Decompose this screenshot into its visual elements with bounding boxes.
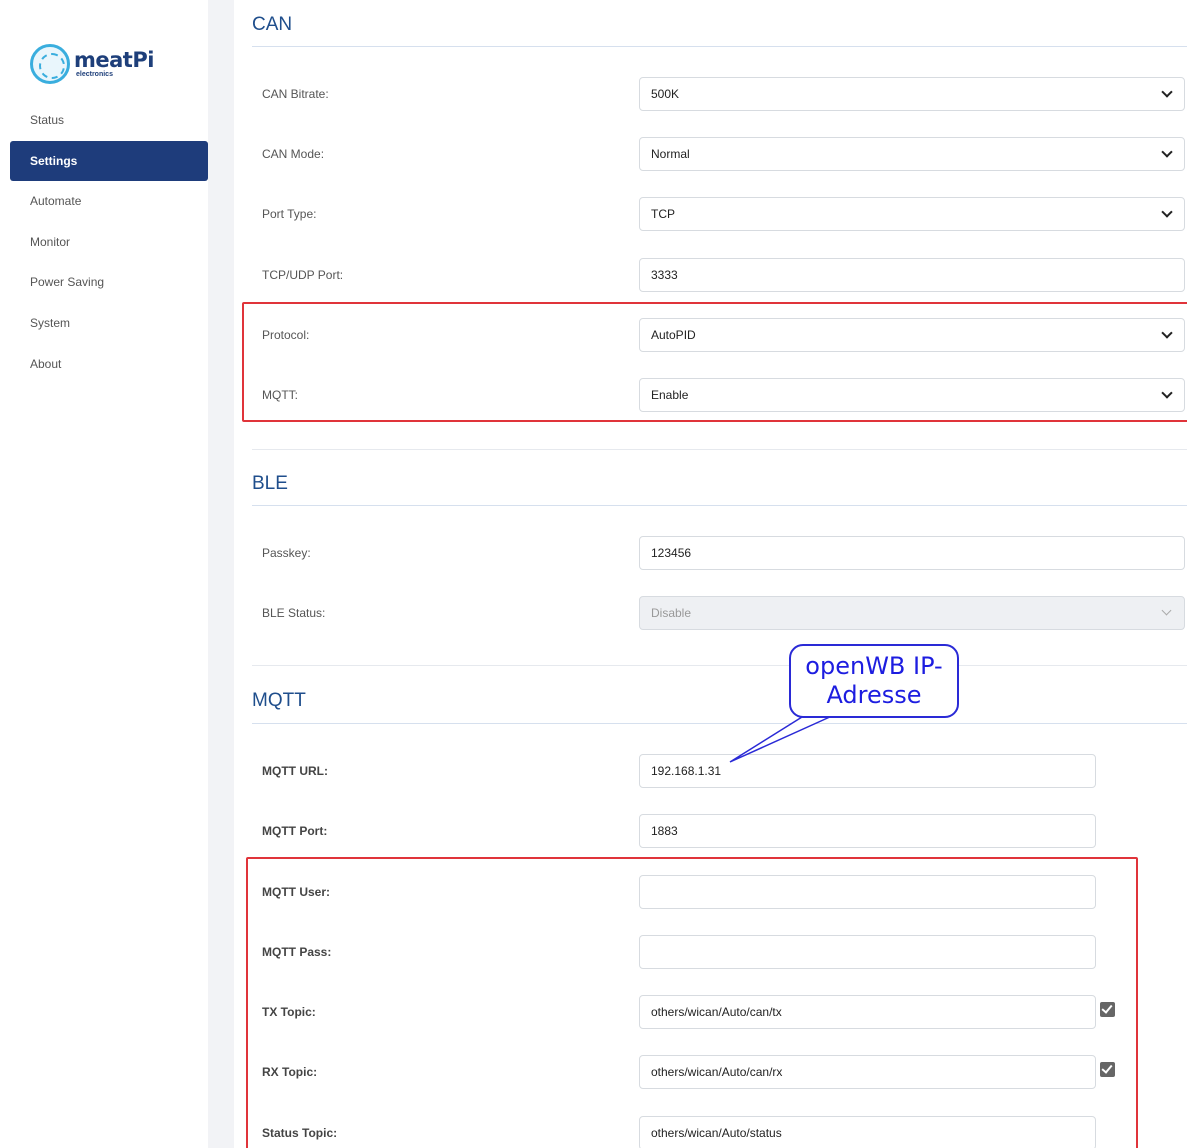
nav-item-monitor[interactable]: Monitor <box>10 222 208 263</box>
can-mode-label: CAN Mode: <box>262 147 325 161</box>
sidebar: meatPi electronics Status Settings Autom… <box>10 0 208 1148</box>
openwb-ip-callout: openWB IP- Adresse <box>789 644 959 718</box>
mqtt-enable-label: MQTT: <box>262 388 298 402</box>
section-title-ble: BLE <box>252 473 288 494</box>
protocol-value: AutoPID <box>651 328 696 342</box>
mqtt-url-row: MQTT URL: 192.168.1.31 <box>234 751 1187 791</box>
mqtt-url-label: MQTT URL: <box>262 764 328 778</box>
sidebar-nav: Status Settings Automate Monitor Power S… <box>10 100 208 384</box>
rx-topic-row: RX Topic: others/wican/Auto/can/rx <box>234 1052 1187 1092</box>
brand-sub: electronics <box>76 71 113 78</box>
passkey-row: Passkey: 123456 <box>234 533 1187 573</box>
brand-name: meatPi <box>74 48 154 72</box>
sidebar-divider <box>208 0 234 1148</box>
protocol-select[interactable]: AutoPID <box>639 318 1185 352</box>
tx-topic-row: TX Topic: others/wican/Auto/can/tx <box>234 992 1187 1032</box>
section-title-can: CAN <box>252 14 293 35</box>
status-topic-label: Status Topic: <box>262 1126 338 1140</box>
tcp-udp-port-input[interactable]: 3333 <box>639 258 1185 292</box>
tx-topic-checkbox[interactable] <box>1100 1002 1115 1017</box>
chevron-down-icon <box>1162 607 1172 617</box>
mqtt-pass-row: MQTT Pass: <box>234 932 1187 972</box>
ble-status-label: BLE Status: <box>262 606 326 620</box>
passkey-input[interactable]: 123456 <box>639 536 1185 570</box>
section-separator <box>252 665 1187 666</box>
chevron-down-icon <box>1162 88 1172 98</box>
rx-topic-input[interactable]: others/wican/Auto/can/rx <box>639 1055 1096 1089</box>
nav-item-automate[interactable]: Automate <box>10 181 208 222</box>
section-divider <box>252 723 1187 724</box>
ble-status-row: BLE Status: Disable <box>234 593 1187 633</box>
can-mode-select[interactable]: Normal <box>639 137 1185 171</box>
tx-topic-label: TX Topic: <box>262 1005 316 1019</box>
mqtt-port-input[interactable]: 1883 <box>639 814 1096 848</box>
mqtt-port-row: MQTT Port: 1883 <box>234 811 1187 851</box>
mqtt-pass-input[interactable] <box>639 935 1096 969</box>
port-type-value: TCP <box>651 207 675 221</box>
ble-status-select: Disable <box>639 596 1185 630</box>
mqtt-enable-row: MQTT: Enable <box>234 375 1187 415</box>
nav-item-power-saving[interactable]: Power Saving <box>10 262 208 303</box>
chevron-down-icon <box>1162 148 1172 158</box>
mqtt-user-row: MQTT User: <box>234 872 1187 912</box>
tcp-udp-port-label: TCP/UDP Port: <box>262 268 344 282</box>
port-type-label: Port Type: <box>262 207 317 221</box>
section-divider <box>252 46 1187 47</box>
can-bitrate-label: CAN Bitrate: <box>262 87 329 101</box>
meatpi-logo-icon <box>30 44 70 84</box>
can-bitrate-value: 500K <box>651 87 680 101</box>
protocol-label: Protocol: <box>262 328 310 342</box>
ble-status-value: Disable <box>651 606 692 620</box>
can-mode-value: Normal <box>651 147 690 161</box>
mqtt-port-label: MQTT Port: <box>262 824 328 838</box>
mqtt-enable-value: Enable <box>651 388 689 402</box>
brand-logo[interactable]: meatPi electronics <box>30 44 154 84</box>
status-topic-row: Status Topic: others/wican/Auto/status <box>234 1113 1187 1148</box>
can-bitrate-select[interactable]: 500K <box>639 77 1185 111</box>
mqtt-user-input[interactable] <box>639 875 1096 909</box>
section-divider <box>252 505 1187 506</box>
section-separator <box>252 449 1187 450</box>
can-bitrate-row: CAN Bitrate: 500K <box>234 74 1187 114</box>
nav-item-settings[interactable]: Settings <box>10 140 208 182</box>
rx-topic-label: RX Topic: <box>262 1065 318 1079</box>
section-title-mqtt: MQTT <box>252 690 306 711</box>
nav-item-status[interactable]: Status <box>10 100 208 141</box>
mqtt-url-input[interactable]: 192.168.1.31 <box>639 754 1096 788</box>
mqtt-enable-select[interactable]: Enable <box>639 378 1185 412</box>
settings-main: CAN CAN Bitrate: 500K CAN Mode: Normal P… <box>234 0 1187 1148</box>
chevron-down-icon <box>1162 208 1172 218</box>
nav-item-about[interactable]: About <box>10 344 208 385</box>
port-type-select[interactable]: TCP <box>639 197 1185 231</box>
mqtt-user-label: MQTT User: <box>262 885 331 899</box>
protocol-row: Protocol: AutoPID <box>234 315 1187 355</box>
mqtt-pass-label: MQTT Pass: <box>262 945 332 959</box>
port-type-row: Port Type: TCP <box>234 194 1187 234</box>
status-topic-input[interactable]: others/wican/Auto/status <box>639 1116 1096 1148</box>
tx-topic-input[interactable]: others/wican/Auto/can/tx <box>639 995 1096 1029</box>
can-mode-row: CAN Mode: Normal <box>234 134 1187 174</box>
passkey-label: Passkey: <box>262 546 311 560</box>
chevron-down-icon <box>1162 389 1172 399</box>
callout-line-2: Adresse <box>826 681 922 709</box>
rx-topic-checkbox[interactable] <box>1100 1062 1115 1077</box>
nav-item-system[interactable]: System <box>10 303 208 344</box>
callout-line-1: openWB IP- <box>805 652 943 680</box>
tcp-udp-port-row: TCP/UDP Port: 3333 <box>234 255 1187 295</box>
chevron-down-icon <box>1162 329 1172 339</box>
